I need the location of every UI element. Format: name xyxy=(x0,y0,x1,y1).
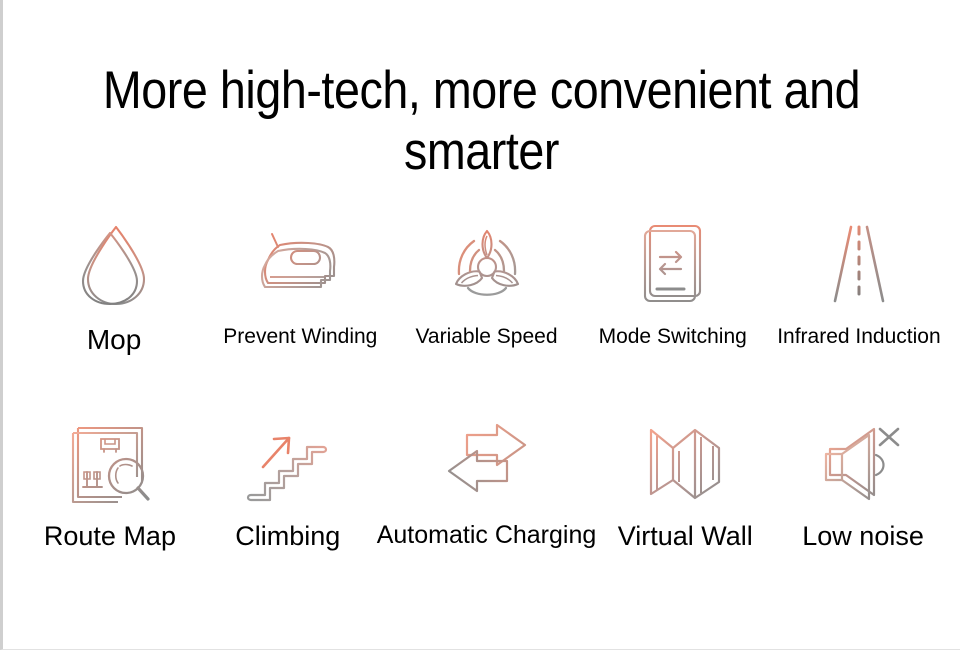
stairs-up-arrow-icon xyxy=(245,415,331,511)
clothes-iron-icon xyxy=(254,218,346,310)
feature-label: Infrared Induction xyxy=(777,325,941,348)
feature-page: More high-tech, more convenient and smar… xyxy=(0,0,960,650)
two-way-arrows-icon xyxy=(441,415,533,511)
feature-item-infrared-induction[interactable]: Infrared Induction xyxy=(766,218,952,347)
feature-label: Variable Speed xyxy=(415,325,558,348)
panel-swap-arrows-icon xyxy=(638,218,708,310)
feature-label: Mop xyxy=(86,324,142,355)
feature-item-variable-speed[interactable]: Variable Speed xyxy=(393,218,579,347)
feature-item-low-noise[interactable]: Low noise xyxy=(774,415,952,550)
feature-item-mode-switching[interactable]: Mode Switching xyxy=(580,218,766,347)
feature-item-automatic-charging[interactable]: Automatic Charging xyxy=(376,415,597,549)
feature-row-1: Mop Prevent Winding Variable Speed Mode … xyxy=(21,218,952,354)
feature-row-2: Route Map Climbing Automatic Charging Vi… xyxy=(21,415,952,550)
feature-label: Mode Switching xyxy=(598,325,747,348)
feature-item-prevent-winding[interactable]: Prevent Winding xyxy=(207,218,393,347)
feature-label: Route Map xyxy=(43,521,176,551)
water-droplet-icon xyxy=(78,218,150,310)
feature-item-virtual-wall[interactable]: Virtual Wall xyxy=(596,415,774,550)
feature-item-route-map[interactable]: Route Map xyxy=(21,415,199,550)
room-map-magnifier-icon xyxy=(64,415,156,511)
feature-label: Low noise xyxy=(802,521,924,551)
feature-label: Prevent Winding xyxy=(223,325,378,348)
feature-label: Climbing xyxy=(235,521,341,551)
speaker-mute-icon xyxy=(818,415,908,511)
feature-item-mop[interactable]: Mop xyxy=(21,218,207,354)
page-title: More high-tech, more convenient and smar… xyxy=(102,60,861,181)
feature-label: Automatic Charging xyxy=(376,521,597,549)
feature-item-climbing[interactable]: Climbing xyxy=(199,415,377,550)
fan-blades-icon xyxy=(443,218,531,310)
folded-map-icon xyxy=(642,415,728,511)
road-perspective-icon xyxy=(824,218,894,310)
feature-label: Virtual Wall xyxy=(617,521,753,551)
